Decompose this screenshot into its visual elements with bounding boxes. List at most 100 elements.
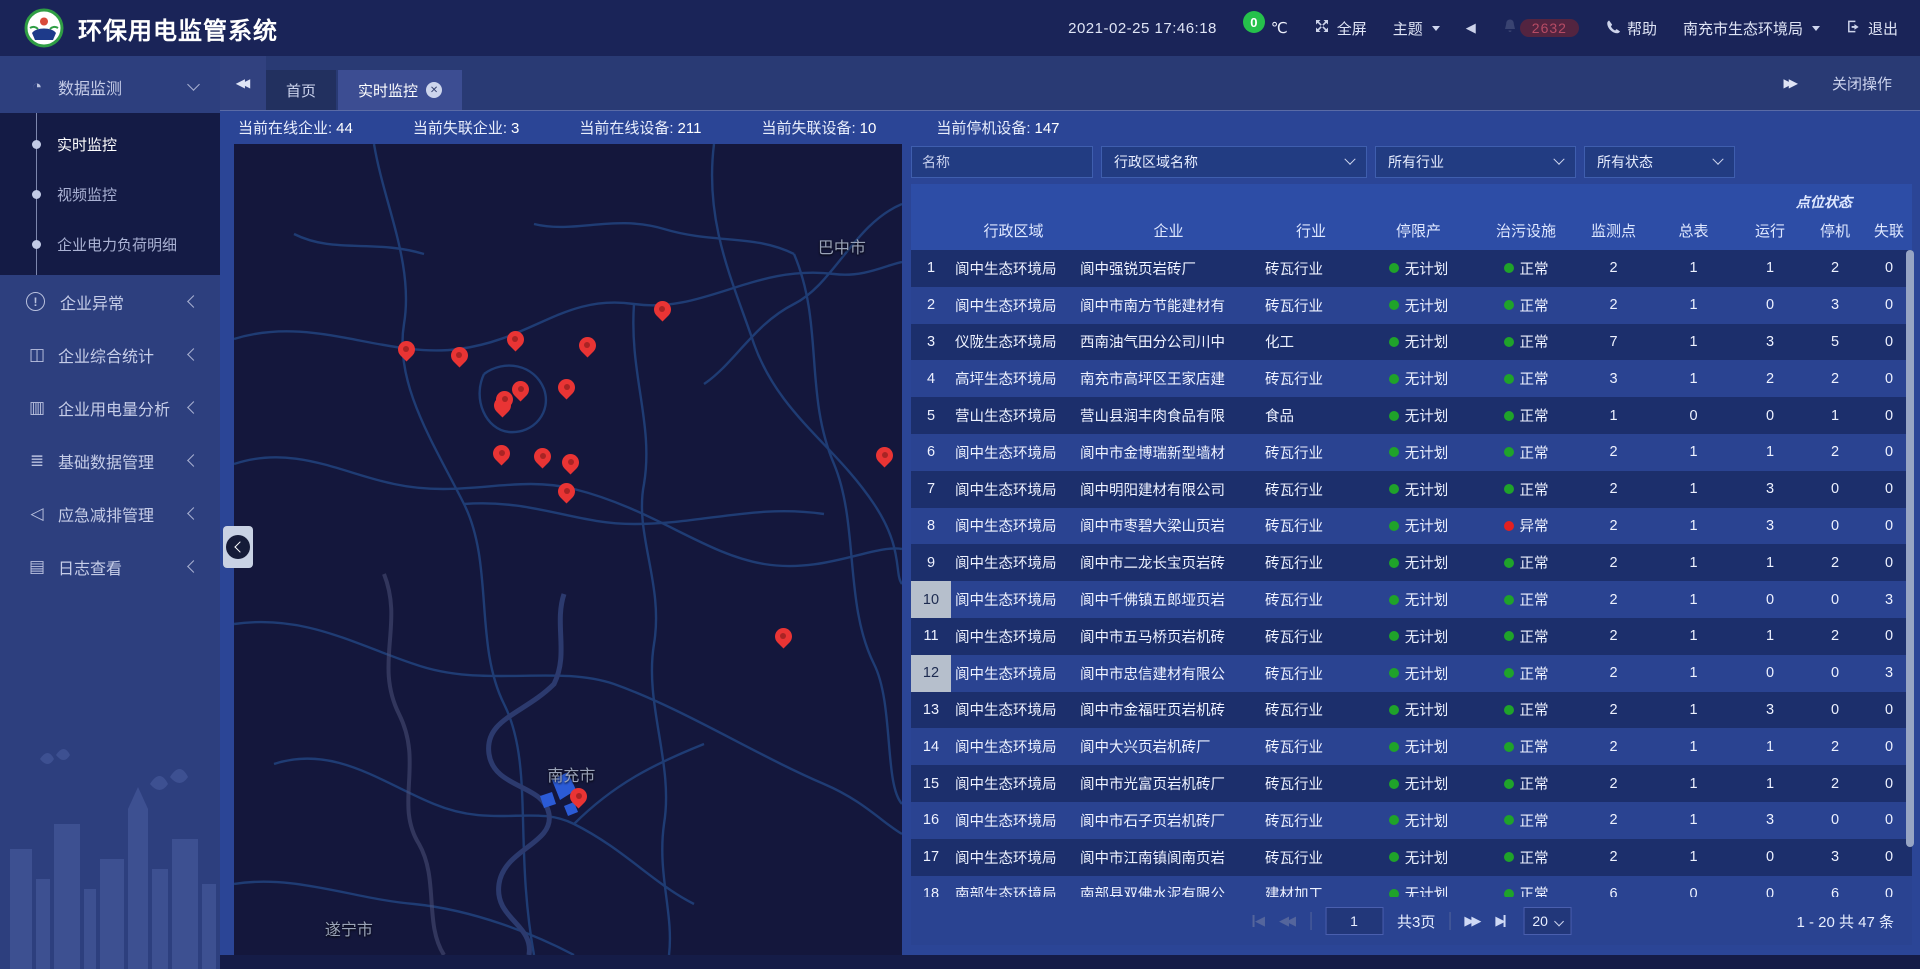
cell-industry: 化工 — [1261, 324, 1361, 361]
status-filter-select[interactable]: 所有状态 — [1584, 146, 1735, 178]
sidebar-item-1[interactable]: ◔数据监测 — [0, 60, 220, 113]
notification-widget[interactable]: 2632 — [1502, 18, 1579, 38]
sidebar-item-6[interactable]: ◁应急减排管理 — [0, 487, 220, 540]
org-name-label: 南充市生态环境局 — [1683, 18, 1803, 39]
temperature-badge: 0 — [1243, 11, 1265, 33]
map-city-label: 南充市 — [547, 762, 595, 786]
table-row[interactable]: 4高坪生态环境局南充市高坪区王家店建砖瓦行业无计划正常31220 — [911, 360, 1912, 397]
cell-facility: 正常 — [1476, 250, 1576, 287]
fullscreen-button[interactable]: 全屏 — [1314, 18, 1367, 39]
logout-button[interactable]: 退出 — [1846, 18, 1898, 39]
help-button[interactable]: 帮助 — [1605, 18, 1657, 39]
tabs: 首页实时监控✕ — [266, 56, 464, 110]
page-first-button[interactable]: ◀ — [1251, 913, 1265, 929]
cell-facility: 正常 — [1476, 692, 1576, 729]
sidebar-item-5[interactable]: ≣基础数据管理 — [0, 434, 220, 487]
stat-value: 211 — [678, 120, 702, 137]
table-row[interactable]: 1阆中生态环境局阆中强锐页岩砖厂砖瓦行业无计划正常21120 — [911, 250, 1912, 287]
sidebar-item-label: 日志查看 — [58, 555, 189, 579]
cell-stop-plan: 无计划 — [1361, 287, 1476, 324]
industry-filter-select[interactable]: 所有行业 — [1375, 146, 1576, 178]
map-pin-icon[interactable] — [512, 381, 529, 398]
table-row[interactable]: 15阆中生态环境局阆中市光富页岩机砖厂砖瓦行业无计划正常21120 — [911, 765, 1912, 802]
sidebar-item-4[interactable]: ▥企业用电量分析 — [0, 381, 220, 434]
page-size-select[interactable]: 20 — [1523, 907, 1572, 935]
sidebar-subitem-1[interactable]: 实时监控 — [0, 119, 220, 169]
map-pin-icon[interactable] — [876, 447, 893, 464]
page-prev-button[interactable]: ◀◀ — [1279, 913, 1296, 929]
map-pin-icon[interactable] — [562, 454, 579, 471]
table-row[interactable]: 3仪陇生态环境局西南油气田分公司川中化工无计划正常71350 — [911, 324, 1912, 361]
table-row[interactable]: 8阆中生态环境局阆中市枣碧大梁山页岩砖瓦行业无计划异常21300 — [911, 508, 1912, 545]
map-pin-icon[interactable] — [493, 445, 510, 462]
cell-industry: 砖瓦行业 — [1261, 508, 1361, 545]
table-row[interactable]: 7阆中生态环境局阆中明阳建材有限公司砖瓦行业无计划正常21300 — [911, 471, 1912, 508]
map-pin-icon[interactable] — [654, 301, 671, 318]
stop-plan-text: 无计划 — [1405, 405, 1449, 426]
map-pin-icon[interactable] — [496, 391, 513, 408]
table-row[interactable]: 17阆中生态环境局阆中市江南镇阆南页岩砖瓦行业无计划正常21030 — [911, 839, 1912, 876]
name-filter-input[interactable] — [911, 146, 1093, 178]
table-row[interactable]: 5营山生态环境局营山县润丰肉食品有限食品无计划正常10010 — [911, 397, 1912, 434]
table-row[interactable]: 12阆中生态环境局阆中市忠信建材有限公砖瓦行业无计划正常21003 — [911, 655, 1912, 692]
column-industry: 行业 — [1261, 220, 1361, 241]
status-dot-green — [1389, 705, 1399, 715]
cell-monitor-points: 2 — [1576, 692, 1651, 729]
tab-close-icon[interactable]: ✕ — [426, 82, 442, 98]
map-collapse-handle[interactable] — [223, 526, 253, 568]
map-pin-icon[interactable] — [558, 483, 575, 500]
cell-industry: 砖瓦行业 — [1261, 728, 1361, 765]
cell-row-number: 10 — [911, 581, 951, 618]
close-operations-button[interactable]: 关闭操作 — [1832, 73, 1892, 94]
map-pin-icon[interactable] — [534, 448, 551, 465]
page-next-button[interactable]: ▶▶ — [1464, 913, 1481, 929]
cell-total-meter: 1 — [1651, 250, 1736, 287]
stat-label: 当前在线企业: — [238, 120, 332, 137]
sidebar-item-7[interactable]: ▤日志查看 — [0, 540, 220, 593]
sound-toggle[interactable]: ◀ — [1466, 20, 1476, 36]
map-pin-icon[interactable] — [570, 788, 587, 805]
scrollbar-thumb[interactable] — [1906, 250, 1914, 847]
table-row[interactable]: 14阆中生态环境局阆中大兴页岩机砖厂砖瓦行业无计划正常21120 — [911, 728, 1912, 765]
facility-text: 正常 — [1520, 773, 1549, 794]
tab-1[interactable]: 首页 — [266, 70, 336, 110]
map-panel[interactable]: 巴中市南充市遂宁市 — [234, 144, 902, 955]
table-row[interactable]: 13阆中生态环境局阆中市金福旺页岩机砖砖瓦行业无计划正常21300 — [911, 692, 1912, 729]
cell-facility: 正常 — [1476, 876, 1576, 899]
table-scrollbar[interactable] — [1906, 250, 1914, 899]
tab-2[interactable]: 实时监控✕ — [338, 70, 462, 110]
region-filter-select[interactable]: 行政区域名称 — [1101, 146, 1367, 178]
map-pin-icon[interactable] — [398, 341, 415, 358]
table-row[interactable]: 2阆中生态环境局阆中市南方节能建材有砖瓦行业无计划正常21030 — [911, 287, 1912, 324]
table-row[interactable]: 18南部生态环境局南部县双佛水泥有限公建材加工无计划正常60060 — [911, 876, 1912, 899]
cell-company: 西南油气田分公司川中 — [1076, 324, 1261, 361]
sidebar-subitem-2[interactable]: 视频监控 — [0, 169, 220, 219]
tab-scroll-right-button[interactable]: ▶▶ — [1784, 76, 1798, 90]
page-last-button[interactable]: ▶ — [1495, 913, 1509, 929]
cell-monitor-points: 2 — [1576, 728, 1651, 765]
table-row[interactable]: 16阆中生态环境局阆中市石子页岩机砖厂砖瓦行业无计划正常21300 — [911, 802, 1912, 839]
map-pin-icon[interactable] — [507, 331, 524, 348]
sidebar-item-2[interactable]: !企业异常 — [0, 275, 220, 328]
map-pin-icon[interactable] — [775, 628, 792, 645]
table-row[interactable]: 11阆中生态环境局阆中市五马桥页岩机砖砖瓦行业无计划正常21120 — [911, 618, 1912, 655]
table-row[interactable]: 9阆中生态环境局阆中市二龙长宝页岩砖砖瓦行业无计划正常21120 — [911, 544, 1912, 581]
tab-scroll-left-button[interactable]: ◀◀ — [220, 56, 266, 110]
sidebar-item-3[interactable]: ◫企业综合统计 — [0, 328, 220, 381]
map-pin-icon[interactable] — [558, 379, 575, 396]
sidebar-subitem-3[interactable]: 企业电力负荷明细 — [0, 219, 220, 269]
cell-total-meter: 1 — [1651, 839, 1736, 876]
table-row[interactable]: 6阆中生态环境局阆中市金博瑞新型墙材砖瓦行业无计划正常21120 — [911, 434, 1912, 471]
industry-filter-value: 所有行业 — [1388, 152, 1444, 172]
cell-stop-plan: 无计划 — [1361, 508, 1476, 545]
facility-text: 正常 — [1520, 699, 1549, 720]
map-pin-icon[interactable] — [579, 337, 596, 354]
page-number-input[interactable]: 1 — [1325, 907, 1383, 935]
status-dot-green — [1504, 484, 1514, 494]
theme-dropdown[interactable]: 主题 — [1393, 18, 1440, 39]
chevron-down-icon — [1344, 154, 1355, 165]
org-dropdown[interactable]: 南充市生态环境局 — [1683, 18, 1820, 39]
map-pin-icon[interactable] — [451, 347, 468, 364]
cell-stopped: 0 — [1804, 692, 1866, 729]
table-row[interactable]: 10阆中生态环境局阆中千佛镇五郎垭页岩砖瓦行业无计划正常21003 — [911, 581, 1912, 618]
